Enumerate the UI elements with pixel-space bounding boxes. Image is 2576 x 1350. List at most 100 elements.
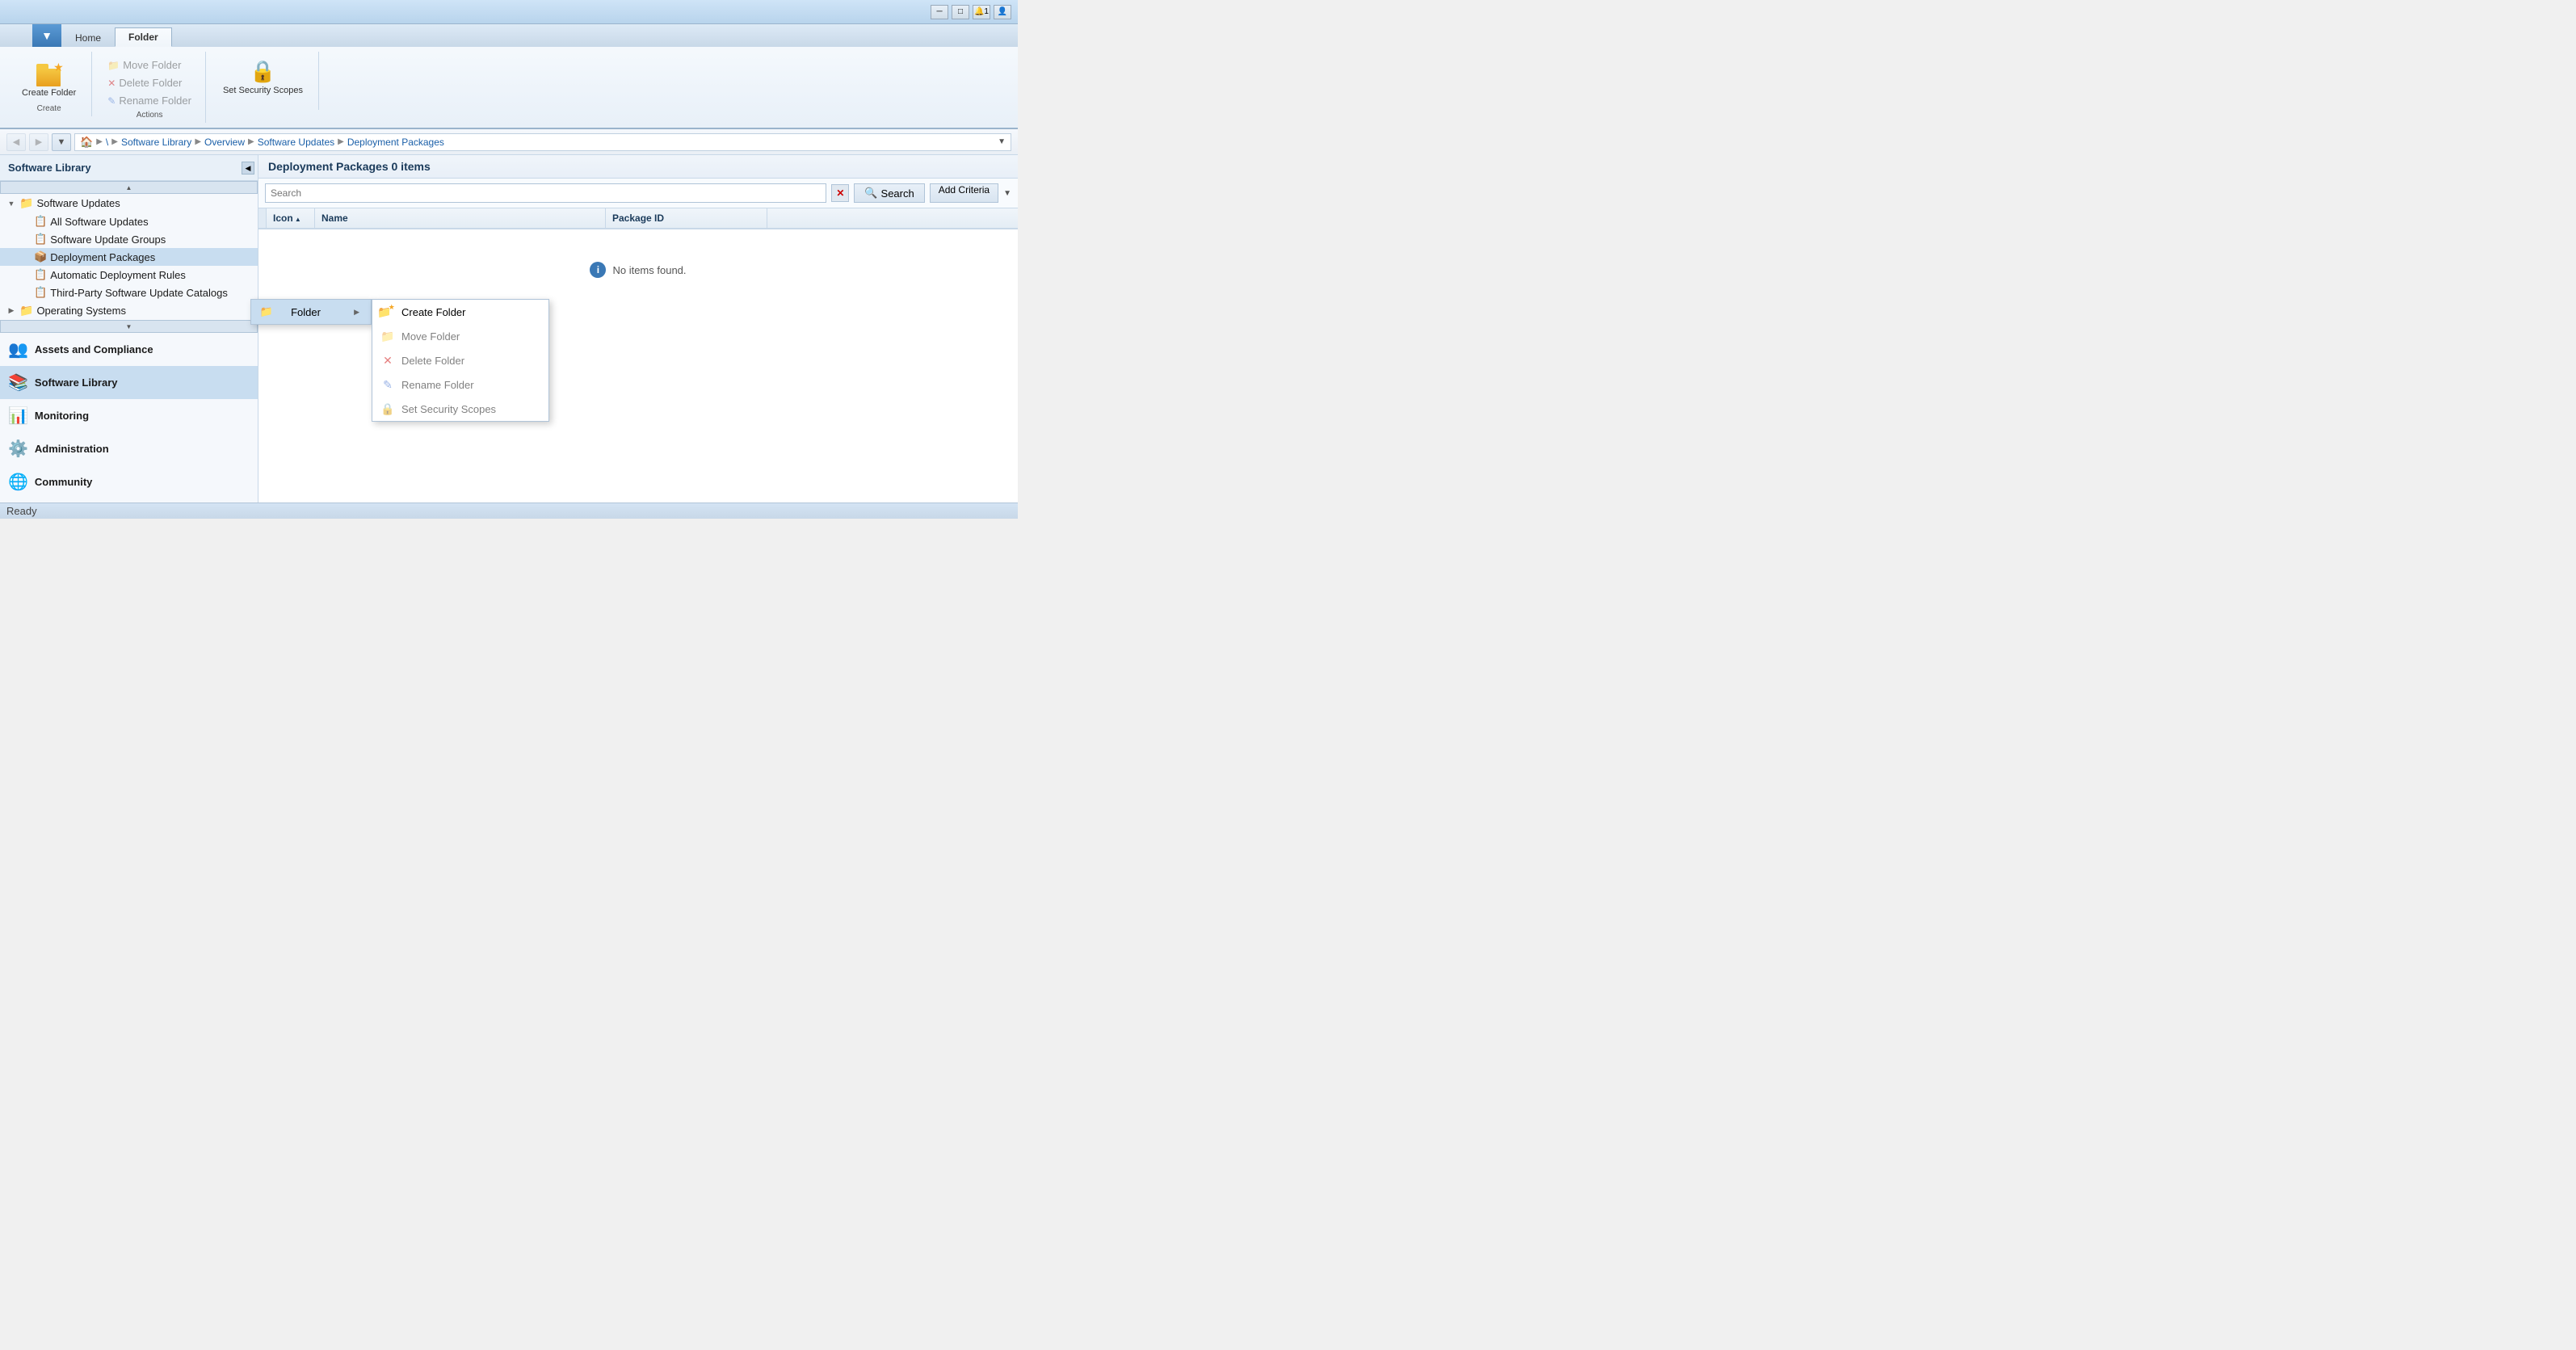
create-folder-button[interactable]: ★ Create Folder bbox=[15, 55, 83, 103]
scroll-down-button[interactable]: ▼ bbox=[0, 320, 258, 333]
software-library-icon: 📚 bbox=[8, 372, 28, 393]
ctx-set-security[interactable]: 🔒 Set Security Scopes bbox=[372, 397, 548, 421]
ribbon-small-buttons: 📁 Move Folder ✕ Delete Folder ✎ Rename F… bbox=[102, 55, 197, 109]
grid-icon-1: 📋 bbox=[34, 215, 47, 228]
search-clear-button[interactable]: ✕ bbox=[831, 184, 849, 202]
ribbon-group-create-content: ★ Create Folder bbox=[15, 52, 83, 103]
rename-folder-icon: ✎ bbox=[107, 95, 116, 107]
ctx-move-folder[interactable]: 📁 Move Folder bbox=[372, 324, 548, 348]
ribbon-group-security: 🔒 Set Security Scopes bbox=[208, 52, 319, 110]
submenu-arrow: ▶ bbox=[354, 308, 359, 317]
search-bar: ✕ 🔍 Search Add Criteria ▼ bbox=[258, 179, 1018, 208]
ribbon-app-menu[interactable]: ▼ bbox=[32, 24, 61, 47]
nav-administration[interactable]: ⚙️ Administration bbox=[0, 432, 258, 465]
sidebar-item-third-party-catalogs[interactable]: 📋 Third-Party Software Update Catalogs bbox=[0, 284, 258, 301]
minimize-button[interactable]: ─ bbox=[931, 5, 948, 19]
community-icon: 🌐 bbox=[8, 472, 28, 492]
title-bar-controls: ─ □ 🔔1 👤 bbox=[931, 5, 1011, 19]
monitoring-icon: 📊 bbox=[8, 406, 28, 426]
breadcrumb: 🏠 ▶ \ ▶ Software Library ▶ Overview ▶ So… bbox=[74, 133, 1011, 151]
sidebar-collapse-button[interactable]: ◀ bbox=[242, 162, 254, 175]
delete-folder-icon: ✕ bbox=[107, 78, 116, 89]
table-select-col bbox=[258, 208, 267, 228]
ribbon-content: ★ Create Folder Create 📁 Move Folder ✕ D… bbox=[0, 47, 1018, 128]
breadcrumb-expand[interactable]: ▼ bbox=[998, 137, 1006, 146]
ctx-lock-icon: 🔒 bbox=[380, 402, 395, 416]
box-icon: 📦 bbox=[34, 250, 47, 263]
sidebar-title: Software Library bbox=[0, 155, 258, 181]
folder-ctx-icon: 📁 bbox=[259, 305, 274, 319]
scroll-up-button[interactable]: ▲ bbox=[0, 181, 258, 194]
ctx-rename-icon: ✎ bbox=[380, 377, 395, 392]
administration-icon: ⚙️ bbox=[8, 439, 28, 459]
sidebar-item-deployment-packages[interactable]: 📦 Deployment Packages bbox=[0, 248, 258, 266]
sidebar-tree: ▼ 📁 Software Updates 📋 All Software Upda… bbox=[0, 194, 258, 320]
add-criteria-button[interactable]: Add Criteria bbox=[930, 183, 998, 203]
ctx-delete-folder[interactable]: ✕ Delete Folder bbox=[372, 348, 548, 372]
delete-folder-button[interactable]: ✕ Delete Folder bbox=[102, 74, 197, 91]
home-icon: 🏠 bbox=[80, 136, 93, 149]
sidebar-item-operating-systems[interactable]: ▶ 📁 Operating Systems bbox=[0, 301, 258, 320]
ribbon-create-label: Create bbox=[37, 103, 61, 113]
nav-software-library[interactable]: 📚 Software Library bbox=[0, 366, 258, 399]
ribbon: ▼ Home Folder ★ Create Folder Create bbox=[0, 24, 1018, 129]
nav-sections: 👥 Assets and Compliance 📚 Software Libra… bbox=[0, 333, 258, 498]
dropdown-button[interactable]: ▼ bbox=[52, 133, 71, 151]
status-bar: Ready bbox=[0, 503, 1018, 519]
dropdown-arrow-search[interactable]: ▼ bbox=[1003, 189, 1011, 198]
notification-bell[interactable]: 🔔1 bbox=[973, 5, 990, 19]
breadcrumb-software-updates[interactable]: Software Updates bbox=[258, 137, 334, 148]
sidebar-item-software-updates[interactable]: ▼ 📁 Software Updates bbox=[0, 194, 258, 212]
search-input[interactable] bbox=[265, 183, 826, 203]
rename-folder-button[interactable]: ✎ Rename Folder bbox=[102, 92, 197, 109]
grid-icon-2: 📋 bbox=[34, 233, 47, 246]
ctx-create-folder[interactable]: 📁★ Create Folder bbox=[372, 300, 548, 324]
expand-operating-systems[interactable]: ▶ bbox=[6, 306, 16, 315]
back-button[interactable]: ◀ bbox=[6, 133, 26, 151]
account-button[interactable]: 👤 bbox=[994, 5, 1011, 19]
info-icon: i bbox=[590, 262, 606, 278]
folder-icon: 📁 bbox=[19, 196, 33, 210]
breadcrumb-root[interactable]: \ bbox=[106, 137, 108, 148]
column-icon[interactable]: Icon bbox=[267, 208, 315, 228]
expand-software-updates[interactable]: ▼ bbox=[6, 200, 16, 208]
create-folder-icon: ★ bbox=[35, 59, 64, 86]
os-folder-icon: 📁 bbox=[19, 304, 33, 318]
column-name[interactable]: Name bbox=[315, 208, 606, 228]
folder-submenu: 📁★ Create Folder 📁 Move Folder ✕ Delete … bbox=[372, 299, 549, 422]
search-button[interactable]: 🔍 Search bbox=[854, 183, 924, 203]
breadcrumb-overview[interactable]: Overview bbox=[204, 137, 245, 148]
sidebar-item-automatic-deployment-rules[interactable]: 📋 Automatic Deployment Rules bbox=[0, 266, 258, 284]
column-package-id[interactable]: Package ID bbox=[606, 208, 767, 228]
nav-monitoring[interactable]: 📊 Monitoring bbox=[0, 399, 258, 432]
sidebar: Software Library ◀ ▲ ▼ 📁 Software Update… bbox=[0, 155, 258, 503]
ribbon-security-content: 🔒 Set Security Scopes bbox=[216, 52, 310, 105]
ribbon-actions-label: Actions bbox=[137, 109, 163, 120]
ribbon-group-create: ★ Create Folder Create bbox=[6, 52, 92, 116]
tab-folder[interactable]: Folder bbox=[115, 27, 172, 47]
catalog-icon: 📋 bbox=[34, 286, 47, 299]
title-bar: ─ □ 🔔1 👤 bbox=[0, 0, 1018, 24]
ribbon-tabs: ▼ Home Folder bbox=[0, 24, 1018, 47]
content-title: Deployment Packages 0 items bbox=[258, 155, 1018, 179]
nav-assets-compliance[interactable]: 👥 Assets and Compliance bbox=[0, 333, 258, 366]
maximize-button[interactable]: □ bbox=[952, 5, 969, 19]
sidebar-item-all-software-updates[interactable]: 📋 All Software Updates bbox=[0, 212, 258, 230]
assets-icon: 👥 bbox=[8, 339, 28, 360]
ribbon-group-actions: 📁 Move Folder ✕ Delete Folder ✎ Rename F… bbox=[94, 52, 206, 123]
nav-bar: ◀ ▶ ▼ 🏠 ▶ \ ▶ Software Library ▶ Overvie… bbox=[0, 129, 1018, 155]
search-icon: 🔍 bbox=[864, 187, 877, 200]
tab-home[interactable]: Home bbox=[61, 27, 115, 47]
ctx-rename-folder[interactable]: ✎ Rename Folder bbox=[372, 372, 548, 397]
context-menu: 📁 Folder ▶ bbox=[250, 299, 372, 325]
forward-button[interactable]: ▶ bbox=[29, 133, 48, 151]
ctx-folder-star-icon: 📁★ bbox=[380, 305, 395, 319]
ctx-move-icon: 📁 bbox=[380, 329, 395, 343]
move-folder-button[interactable]: 📁 Move Folder bbox=[102, 57, 197, 74]
nav-community[interactable]: 🌐 Community bbox=[0, 465, 258, 498]
breadcrumb-deployment-packages[interactable]: Deployment Packages bbox=[347, 137, 444, 148]
breadcrumb-software-library[interactable]: Software Library bbox=[121, 137, 191, 148]
sidebar-item-software-update-groups[interactable]: 📋 Software Update Groups bbox=[0, 230, 258, 248]
context-folder-item[interactable]: 📁 Folder ▶ bbox=[251, 300, 371, 324]
set-security-scopes-button[interactable]: 🔒 Set Security Scopes bbox=[216, 55, 310, 100]
